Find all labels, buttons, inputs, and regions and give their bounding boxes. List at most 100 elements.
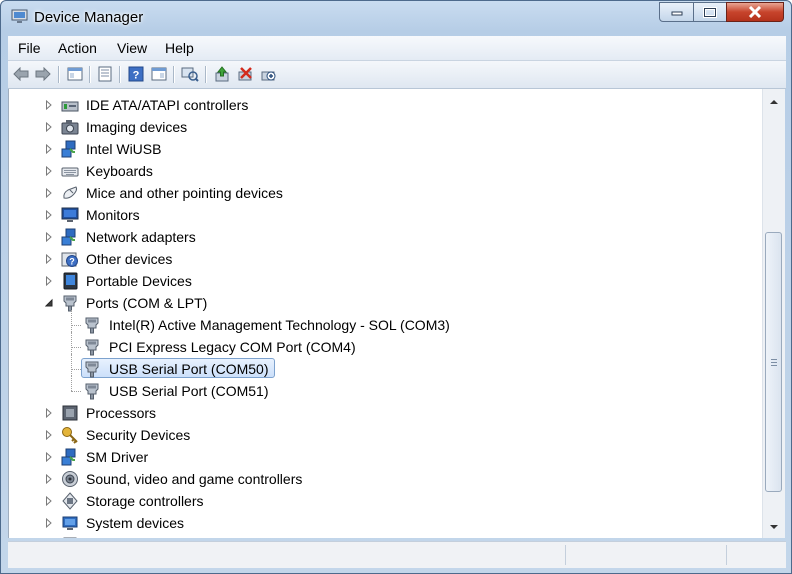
tree-device-row[interactable]: USB Serial Port (COM51): [9, 376, 763, 402]
title-bar[interactable]: Device Manager: [1, 1, 791, 34]
expand-arrow-icon[interactable]: [45, 232, 53, 242]
expand-arrow-icon[interactable]: [45, 496, 53, 506]
unknown-device-icon: ?: [61, 252, 78, 267]
tree-category-row[interactable]: System devices: [9, 512, 763, 534]
storage-icon: [62, 492, 78, 510]
tree-category-row[interactable]: ? Other devices: [9, 248, 763, 270]
close-icon: [748, 6, 762, 18]
tree-category-row[interactable]: Ports (COM & LPT): [9, 292, 763, 314]
tree-item-label: SM Driver: [86, 449, 149, 465]
status-bar: [8, 541, 786, 568]
expand-arrow-icon[interactable]: [45, 474, 53, 484]
tree-category-row[interactable]: Keyboards: [9, 160, 763, 182]
tree-category-row[interactable]: IDE ATA/ATAPI controllers: [9, 94, 763, 116]
disable-button[interactable]: [259, 65, 277, 83]
tree-category-row[interactable]: Storage controllers: [9, 490, 763, 512]
uninstall-icon: [238, 67, 252, 81]
tree-item-label: Imaging devices: [86, 119, 188, 135]
toolbar-separator: [89, 66, 91, 83]
expand-arrow-icon[interactable]: [45, 166, 53, 176]
monitor-icon: [61, 207, 79, 222]
menu-bar: File Action View Help: [8, 36, 786, 61]
expand-arrow-icon[interactable]: [45, 408, 53, 418]
tree-category-row[interactable]: Monitors: [9, 204, 763, 226]
tree-category-row[interactable]: Imaging devices: [9, 116, 763, 138]
expand-arrow-icon[interactable]: [45, 122, 53, 132]
tree-category-row[interactable]: [9, 534, 763, 538]
menu-file[interactable]: File: [18, 40, 41, 56]
scrollbar-thumb[interactable]: [765, 232, 782, 492]
tree-device-row[interactable]: PCI Express Legacy COM Port (COM4): [9, 332, 763, 358]
expand-arrow-icon[interactable]: [45, 100, 53, 110]
tree-category-row[interactable]: Portable Devices: [9, 270, 763, 292]
tree-connector-line: [71, 369, 81, 370]
forward-button[interactable]: [34, 65, 52, 83]
tree-item-label: IDE ATA/ATAPI controllers: [86, 97, 249, 113]
collapse-arrow-icon[interactable]: [45, 298, 53, 308]
tree-connector-line: [71, 325, 81, 326]
expand-arrow-icon[interactable]: [45, 518, 53, 528]
tree-category-row[interactable]: Intel WiUSB: [9, 138, 763, 160]
back-button[interactable]: [12, 65, 30, 83]
port-icon: [85, 317, 99, 334]
window-title: Device Manager: [34, 9, 144, 26]
tree-category-row[interactable]: Mice and other pointing devices: [9, 182, 763, 204]
menu-help[interactable]: Help: [165, 40, 194, 56]
tree-connector-line: [71, 347, 81, 348]
tree-category-row[interactable]: Security Devices: [9, 424, 763, 446]
menu-view[interactable]: View: [117, 40, 147, 56]
uninstall-button[interactable]: [236, 65, 254, 83]
device-manager-app-icon: [11, 9, 28, 23]
properties-button[interactable]: [96, 65, 114, 83]
console-tree-button[interactable]: [66, 65, 84, 83]
scroll-down-button[interactable]: [765, 518, 783, 535]
minimize-button[interactable]: [659, 2, 694, 22]
port-icon: [63, 537, 77, 538]
help-button[interactable]: ?: [127, 65, 145, 83]
vertical-scrollbar[interactable]: [762, 89, 785, 538]
scan-hardware-button[interactable]: [181, 65, 199, 83]
expand-arrow-icon[interactable]: [45, 188, 53, 198]
port-icon: [63, 295, 77, 312]
toolbar-separator: [119, 66, 121, 83]
tree-item-label: Security Devices: [86, 427, 191, 443]
update-driver-button[interactable]: [213, 65, 231, 83]
tree-item-label: PCI Express Legacy COM Port (COM4): [109, 339, 356, 355]
tree-item-label: Monitors: [86, 207, 140, 223]
device-tree[interactable]: IDE ATA/ATAPI controllers Imaging devices…: [8, 89, 763, 538]
tree-device-row[interactable]: USB Serial Port (COM50): [9, 354, 763, 380]
expand-arrow-icon[interactable]: [45, 452, 53, 462]
tree-connector-line: [71, 354, 72, 376]
toolbar: ?: [8, 61, 786, 89]
tree-category-row[interactable]: Processors: [9, 402, 763, 424]
expand-arrow-icon[interactable]: [45, 430, 53, 440]
tree-device-row[interactable]: Intel(R) Active Management Technology - …: [9, 310, 763, 336]
processor-icon: [62, 405, 78, 421]
tree-item-label: USB Serial Port (COM51): [109, 383, 269, 399]
tree-connector-line: [71, 376, 72, 391]
speaker-icon: [62, 471, 78, 487]
tree-item-label: Keyboards: [86, 163, 153, 179]
tree-category-row[interactable]: Network adapters: [9, 226, 763, 248]
tree-item-label: Network adapters: [86, 229, 196, 245]
close-button[interactable]: [726, 2, 784, 22]
tree-category-row[interactable]: Sound, video and game controllers: [9, 468, 763, 490]
scroll-up-button[interactable]: [765, 93, 783, 110]
maximize-button[interactable]: [693, 2, 727, 22]
expand-arrow-icon[interactable]: [45, 276, 53, 286]
tree-item-label: Storage controllers: [86, 493, 204, 509]
menu-action[interactable]: Action: [58, 40, 97, 56]
action-pane-button[interactable]: [150, 65, 168, 83]
camera-icon: [61, 120, 79, 135]
tree-connector-line: [71, 391, 81, 392]
toolbar-separator: [205, 66, 207, 83]
help-icon: ?: [128, 66, 144, 82]
expand-arrow-icon[interactable]: [45, 254, 53, 264]
toolbar-separator: [58, 66, 60, 83]
expand-arrow-icon[interactable]: [45, 210, 53, 220]
tree-item-label: Intel(R) Active Management Technology - …: [109, 317, 450, 333]
status-bar-pane: [565, 545, 726, 565]
expand-arrow-icon[interactable]: [45, 144, 53, 154]
tree-category-row[interactable]: SM Driver: [9, 446, 763, 468]
port-icon: [85, 361, 99, 378]
